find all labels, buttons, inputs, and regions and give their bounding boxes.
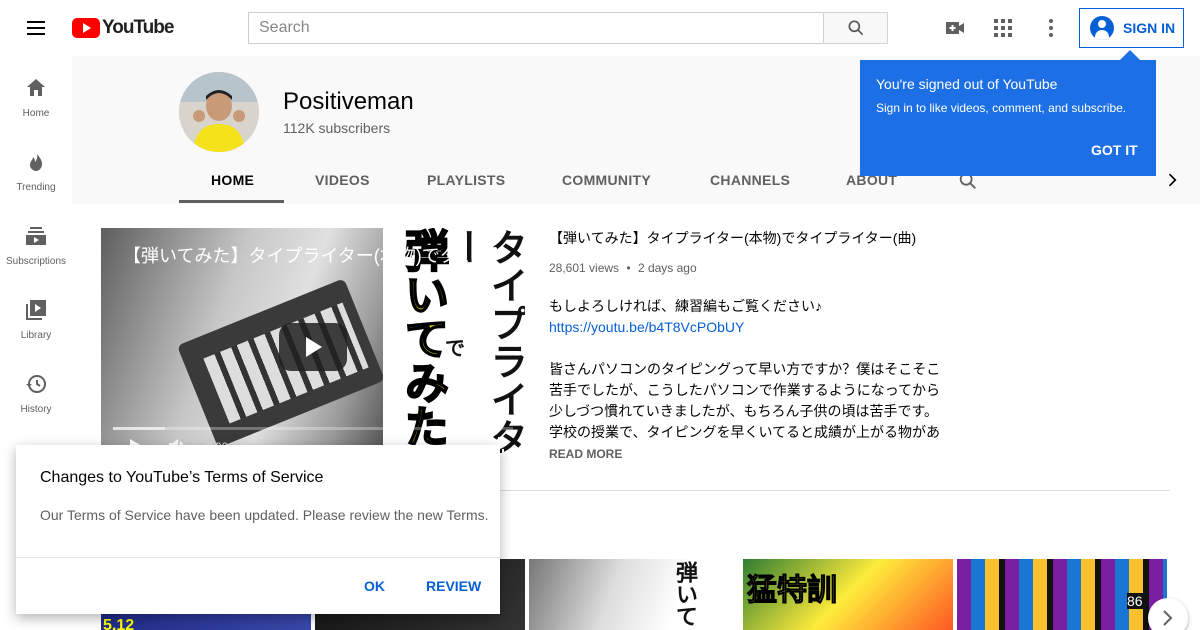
tab-community[interactable]: COMMUNITY: [562, 172, 651, 188]
sidebar-item-trending[interactable]: Trending: [0, 130, 72, 204]
chevron-right-icon[interactable]: [1162, 170, 1182, 190]
play-button[interactable]: [279, 323, 347, 371]
tab-home[interactable]: HOME: [211, 172, 254, 188]
shelf-thumb-text: 86: [1127, 593, 1143, 609]
library-icon: [26, 300, 46, 320]
review-button[interactable]: REVIEW: [426, 578, 481, 594]
video-meta: 28,601 views • 2 days ago: [549, 261, 697, 275]
subscriber-count: 112K subscribers: [283, 120, 391, 136]
description-line: もしよろしければ、練習編もご覧ください♪: [549, 298, 822, 314]
sidebar-item-label: Home: [22, 108, 50, 119]
tab-videos[interactable]: VIDEOS: [315, 172, 370, 188]
channel-avatar[interactable]: [179, 72, 259, 152]
description-paragraph: 皆さんパソコンのタイピングって早い方ですか？僕はそこそこ苦手でしたが、こうしたパ…: [549, 361, 941, 440]
more-vert-icon[interactable]: [1039, 16, 1063, 40]
shelf-next-button[interactable]: [1148, 598, 1188, 630]
youtube-logo[interactable]: YouTube: [72, 17, 174, 39]
got-it-button[interactable]: GOT IT: [1091, 142, 1138, 158]
meta-separator: •: [626, 261, 631, 275]
tab-playlists[interactable]: PLAYLISTS: [427, 172, 505, 188]
sidebar-item-home[interactable]: Home: [0, 56, 72, 130]
dialog-divider: [16, 557, 500, 558]
shelf-video-thumbnail[interactable]: 猛特訓: [743, 559, 953, 630]
home-icon: [27, 79, 45, 96]
shelf-video-thumbnail[interactable]: 弾いて: [529, 559, 739, 630]
search-input[interactable]: Search: [248, 12, 824, 44]
sidebar-item-library[interactable]: Library: [0, 278, 72, 352]
top-bar: YouTube Search SIGN IN: [0, 0, 1200, 56]
dialog-title: Changes to YouTube’s Terms of Service: [40, 469, 324, 486]
sidebar-item-label: Library: [20, 330, 52, 341]
search-icon: [848, 20, 864, 36]
sidebar-item-label: Trending: [16, 182, 56, 193]
tooltip-title: You're signed out of YouTube: [876, 76, 1058, 92]
tooltip-body: Sign in to like videos, comment, and sub…: [876, 101, 1127, 115]
video-player[interactable]: 弾いてみた タイプライター で 【弾いてみた】タイプライター(本物)でタ… 0:…: [101, 228, 525, 466]
shelf-video-thumbnail[interactable]: 86: [957, 559, 1167, 630]
thumbnail-text-b: タイプライター: [444, 228, 525, 456]
create-video-icon[interactable]: [943, 16, 967, 40]
search-button[interactable]: [823, 12, 888, 44]
terms-dialog: Changes to YouTube’s Terms of Service Ou…: [16, 445, 500, 614]
shelf-thumb-text: 猛特訓: [747, 574, 838, 608]
video-description: もしよろしければ、練習編もご覧ください♪ https://youtu.be/b4…: [549, 296, 949, 443]
apps-grid-icon[interactable]: [991, 16, 1015, 40]
player-more-icon[interactable]: [493, 240, 497, 260]
shelf-thumb-text: 弾いて: [673, 561, 698, 627]
ok-button[interactable]: OK: [364, 578, 385, 594]
logo-text: YouTube: [102, 17, 174, 38]
channel-name: Positiveman: [283, 88, 414, 115]
video-title[interactable]: 【弾いてみた】タイプライター(本物)でタイプライター(曲): [549, 228, 916, 248]
description-link[interactable]: https://youtu.be/b4T8VcPObUY: [549, 319, 744, 335]
player-title[interactable]: 【弾いてみた】タイプライター(本物)でタ…: [123, 242, 473, 268]
trending-icon: [30, 152, 42, 171]
sign-in-button[interactable]: SIGN IN: [1079, 8, 1184, 48]
dialog-body: Our Terms of Service have been updated. …: [40, 507, 489, 523]
youtube-logo-icon: [72, 18, 100, 38]
progress-bar[interactable]: [113, 427, 513, 430]
subscriptions-icon: [26, 227, 46, 245]
read-more-button[interactable]: READ MORE: [549, 447, 622, 461]
sign-in-label: SIGN IN: [1123, 20, 1176, 36]
sidebar-item-label: History: [20, 404, 52, 415]
signed-out-tooltip: You're signed out of YouTube Sign in to …: [860, 50, 1156, 176]
tab-channels[interactable]: CHANNELS: [710, 172, 790, 188]
shelf-thumb-text: 5.12: [103, 617, 135, 630]
chevron-right-icon: [1163, 610, 1173, 626]
upload-age: 2 days ago: [637, 261, 697, 275]
sidebar-item-history[interactable]: History: [0, 352, 72, 426]
sidebar-item-subscriptions[interactable]: Subscriptions: [0, 204, 72, 278]
active-tab-indicator: [179, 200, 284, 203]
sidebar-item-label: Subscriptions: [5, 256, 67, 267]
view-count: 28,601 views: [549, 261, 620, 275]
history-icon: [26, 375, 46, 393]
account-icon: [1090, 16, 1114, 40]
thumbnail-text-c: で: [445, 338, 465, 360]
menu-icon[interactable]: [24, 16, 48, 40]
